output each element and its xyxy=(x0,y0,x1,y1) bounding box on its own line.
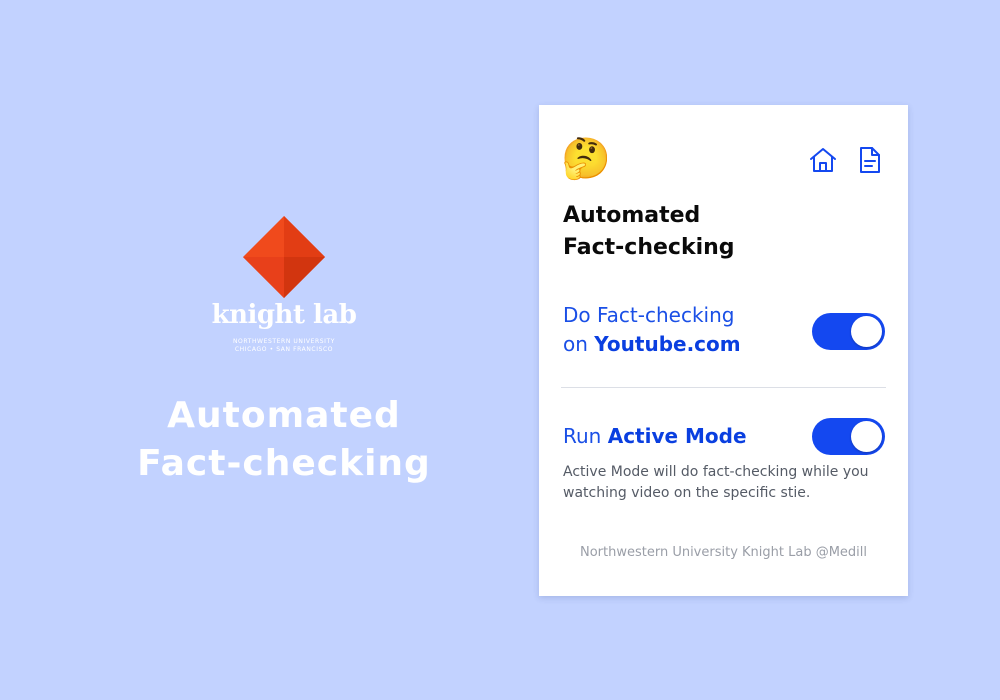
logo-wordmark: knight lab xyxy=(211,300,357,330)
popup-title: Automated Fact-checking xyxy=(563,200,863,264)
fact-checking-setting-label: Do Fact-checking on Youtube.com xyxy=(563,301,793,359)
setting2-prefix: Run xyxy=(563,424,608,448)
active-mode-description: Active Mode will do fact-checking while … xyxy=(563,464,869,501)
knight-lab-logo-icon xyxy=(243,216,325,298)
setting2-mode: Active Mode xyxy=(607,424,747,448)
toggle-knob xyxy=(851,421,882,452)
home-icon xyxy=(810,148,836,172)
logo-subtitle-university: NORTHWESTERN UNIVERSITY xyxy=(232,338,336,345)
toggle-knob xyxy=(851,316,882,347)
home-button[interactable] xyxy=(808,145,838,175)
fact-checking-toggle[interactable] xyxy=(812,313,885,350)
logo-subtitle-cities: CHICAGO • SAN FRANCISCO xyxy=(234,346,334,353)
popup-footer: Northwestern University Knight Lab @Medi… xyxy=(579,545,868,560)
hero-title-line2: Fact-checking xyxy=(137,443,431,484)
document-icon xyxy=(860,147,880,173)
popup-title-line1: Automated xyxy=(563,203,701,228)
setting1-prefix: Do Fact-checking xyxy=(563,303,735,327)
hero-title-line1: Automated xyxy=(167,395,401,436)
active-mode-toggle[interactable] xyxy=(812,418,885,455)
divider xyxy=(561,387,886,388)
setting1-site: Youtube.com xyxy=(594,332,741,356)
popup-title-line2: Fact-checking xyxy=(563,235,735,260)
setting1-on: on xyxy=(563,332,595,356)
extension-popup: 🤔 Automated Fact-checking Do Fact-checki… xyxy=(539,105,908,596)
document-button[interactable] xyxy=(855,145,885,175)
branding-panel: knight lab NORTHWESTERN UNIVERSITY CHICA… xyxy=(0,0,570,700)
active-mode-setting-label: Run Active Mode xyxy=(563,422,803,451)
hero-title: Automated Fact-checking xyxy=(84,392,484,488)
thinking-face-emoji-icon: 🤔 xyxy=(561,136,611,182)
